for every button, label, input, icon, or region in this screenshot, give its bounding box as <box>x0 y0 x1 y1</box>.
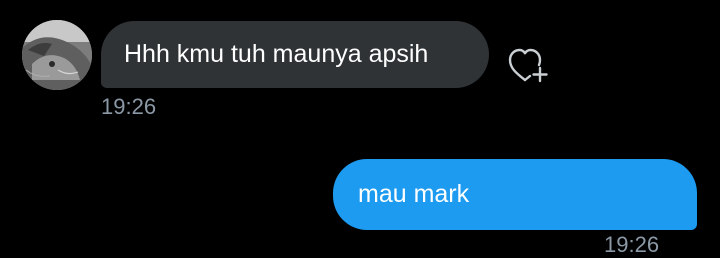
incoming-message-timestamp: 19:26 <box>101 94 157 119</box>
outgoing-message-text: mau mark <box>358 180 470 208</box>
avatar[interactable] <box>22 20 92 90</box>
outgoing-message-timestamp: 19:26 <box>604 232 660 257</box>
incoming-message-bubble[interactable]: Hhh kmu tuh maunya apsih <box>101 21 489 88</box>
heart-plus-icon[interactable] <box>506 46 552 86</box>
cat-photo-avatar <box>22 20 92 90</box>
outgoing-message-bubble[interactable]: mau mark <box>333 159 697 230</box>
incoming-message-text: Hhh kmu tuh maunya apsih <box>124 40 429 68</box>
